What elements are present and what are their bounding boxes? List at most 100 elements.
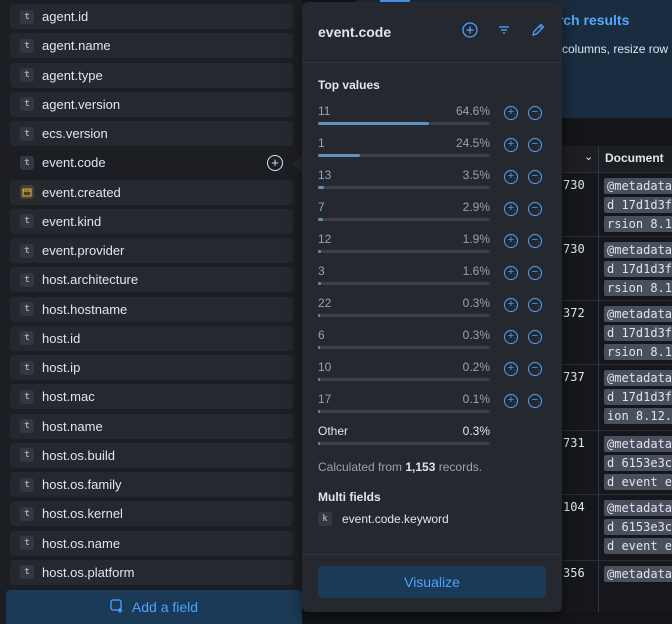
field-item[interactable]: t event.provider: [10, 238, 293, 263]
field-item[interactable]: t agent.version: [10, 91, 293, 117]
top-value-bar: [318, 282, 321, 285]
filter-icon[interactable]: [496, 22, 512, 38]
filter-for-value-icon[interactable]: +: [504, 170, 518, 184]
add-field-button[interactable]: Add a field: [6, 590, 302, 624]
popover-footer-divider: [302, 554, 562, 555]
filter-out-value-icon[interactable]: −: [528, 202, 542, 216]
filter-out-value-icon[interactable]: −: [528, 234, 542, 248]
filter-out-value-icon[interactable]: −: [528, 170, 542, 184]
field-item[interactable]: t host.name: [10, 413, 293, 439]
top-value-other: Other 0.3%: [318, 424, 548, 454]
filter-for-value-icon[interactable]: +: [504, 234, 518, 248]
field-item[interactable]: t host.os.platform: [10, 559, 293, 585]
chevron-down-icon[interactable]: ⌄: [584, 150, 593, 163]
field-item[interactable]: t host.os.build: [10, 442, 293, 468]
top-value-percent: 0.3%: [462, 296, 490, 310]
filter-out-value-icon[interactable]: −: [528, 138, 542, 152]
field-name: agent.type: [42, 67, 103, 83]
top-value-bar: [318, 250, 322, 253]
document-field-chip: @metadata: [604, 178, 672, 194]
filter-out-value-icon[interactable]: −: [528, 394, 542, 408]
field-item[interactable]: t host.hostname: [10, 296, 293, 322]
top-value-row: 10 0.2% + −: [318, 360, 548, 390]
text-type-icon: t: [20, 302, 34, 316]
calc-count: 1,153: [405, 460, 436, 474]
field-item[interactable]: t host.id: [10, 325, 293, 351]
field-name: host.os.name: [42, 535, 121, 551]
top-value-label: 7: [318, 200, 325, 214]
filter-for-value-icon[interactable]: +: [504, 266, 518, 280]
field-item[interactable]: t event.code +: [10, 150, 293, 176]
document-field-chip: d event e: [604, 474, 672, 490]
popover-title: event.code: [318, 24, 392, 40]
filter-for-value-icon[interactable]: +: [504, 330, 518, 344]
table-row[interactable]: [560, 236, 672, 237]
field-item[interactable]: t host.os.kernel: [10, 501, 293, 527]
top-value-row: 12 1.9% + −: [318, 232, 548, 262]
text-type-icon: t: [20, 38, 34, 53]
field-name: host.hostname: [42, 301, 128, 317]
edit-pencil-icon[interactable]: [530, 22, 546, 38]
field-item[interactable]: event.created: [10, 179, 293, 205]
field-item[interactable]: t agent.name: [10, 33, 293, 59]
field-name: host.id: [42, 330, 81, 346]
visualize-button[interactable]: Visualize: [318, 566, 546, 598]
row-value: 731: [563, 436, 585, 450]
top-value-bar: [318, 442, 320, 445]
field-name: event.created: [42, 184, 121, 200]
table-row[interactable]: [560, 560, 672, 561]
top-value-bar-track: [318, 442, 490, 445]
field-name: host.name: [42, 418, 103, 434]
field-name: event.code: [42, 155, 106, 171]
row-value: 730: [563, 242, 585, 256]
document-field-chip: rsion 8.1: [604, 280, 672, 296]
filter-out-value-icon[interactable]: −: [528, 106, 542, 120]
table-row[interactable]: [560, 364, 672, 365]
top-value-row: 3 1.6% + −: [318, 264, 548, 294]
filter-for-value-icon[interactable]: +: [504, 138, 518, 152]
top-value-label: 13: [318, 168, 332, 182]
column-header-document[interactable]: Document: [605, 151, 664, 165]
field-item[interactable]: t ecs.version: [10, 121, 293, 146]
row-value: 372: [563, 306, 585, 320]
row-value: 730: [563, 178, 585, 192]
field-item[interactable]: t agent.type: [10, 62, 293, 88]
table-row[interactable]: [560, 494, 672, 495]
filter-for-value-icon[interactable]: +: [504, 362, 518, 376]
table-row[interactable]: [560, 300, 672, 301]
filter-out-value-icon[interactable]: −: [528, 362, 542, 376]
table-row[interactable]: [560, 430, 672, 431]
filter-for-value-icon[interactable]: +: [504, 298, 518, 312]
top-value-bar: [318, 218, 323, 221]
filter-for-value-icon[interactable]: +: [504, 202, 518, 216]
field-item[interactable]: t host.os.name: [10, 530, 293, 556]
top-value-label: Other: [318, 424, 349, 438]
top-value-bar-track: [318, 346, 490, 349]
field-item[interactable]: t host.mac: [10, 384, 293, 410]
table-row[interactable]: [560, 172, 672, 173]
top-value-bar: [318, 186, 325, 189]
top-value-percent: 64.6%: [455, 104, 490, 118]
filter-for-value-icon[interactable]: +: [504, 394, 518, 408]
field-item[interactable]: t event.kind: [10, 208, 293, 234]
field-item[interactable]: t agent.id: [10, 4, 293, 29]
field-item[interactable]: t host.ip: [10, 355, 293, 380]
document-field-chip: @metadata: [604, 500, 672, 516]
text-type-icon: t: [20, 243, 34, 258]
filter-out-value-icon[interactable]: −: [528, 330, 542, 344]
filter-out-value-icon[interactable]: −: [528, 266, 542, 280]
document-field-chip: d 17d1d3f: [604, 261, 672, 277]
top-values-title: Top values: [318, 78, 380, 92]
filter-out-value-icon[interactable]: −: [528, 298, 542, 312]
popover-arrow: [293, 156, 302, 172]
filter-for-value-icon[interactable]: +: [504, 106, 518, 120]
add-field-plus-icon[interactable]: +: [267, 154, 283, 171]
text-type-icon: t: [20, 565, 34, 580]
top-value-label: 12: [318, 232, 332, 246]
field-item[interactable]: t host.architecture: [10, 267, 293, 293]
field-name: host.mac: [42, 389, 95, 405]
add-field-label: Add a field: [131, 599, 199, 615]
field-item[interactable]: t host.os.family: [10, 472, 293, 497]
top-value-bar: [318, 378, 320, 381]
add-column-icon[interactable]: [462, 22, 478, 38]
